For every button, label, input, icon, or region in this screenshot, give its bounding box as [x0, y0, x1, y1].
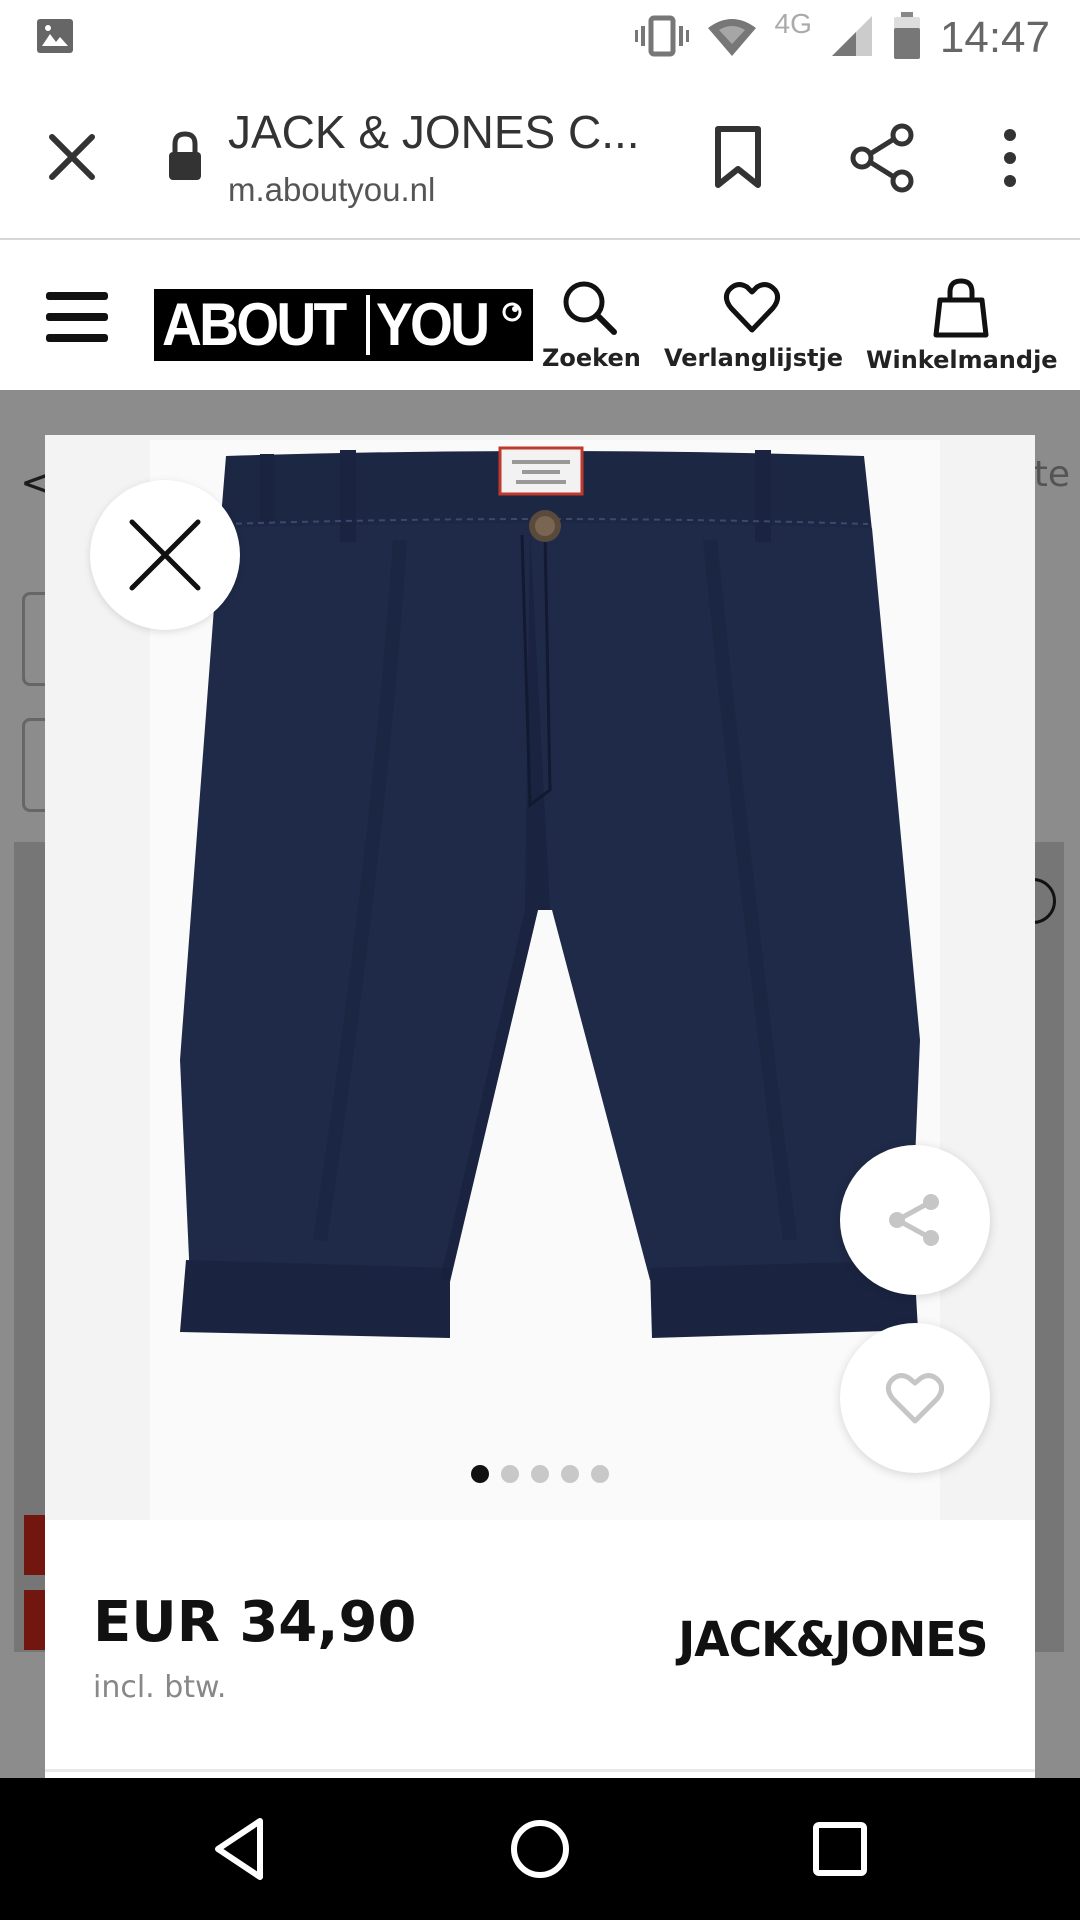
gallery-pagination	[45, 1465, 1035, 1483]
signal-icon	[830, 14, 874, 62]
battery-icon	[892, 12, 922, 64]
cart-button[interactable]: Winkelmandje	[866, 278, 1058, 374]
wifi-icon	[707, 14, 757, 62]
shopping-bag-icon	[933, 278, 989, 338]
wishlist-label: Verlanglijstje	[664, 344, 844, 372]
gallery-dot[interactable]	[531, 1465, 549, 1483]
network-type: 4G	[774, 8, 812, 39]
bookmark-icon	[715, 126, 761, 188]
gallery-dot[interactable]	[561, 1465, 579, 1483]
product-price: EUR 34,90	[93, 1590, 417, 1655]
share-button[interactable]	[848, 123, 918, 193]
share-icon	[850, 123, 914, 193]
logo-text-left: ABOUT	[162, 291, 347, 358]
logo-eye-icon	[502, 302, 522, 322]
cart-label: Winkelmandje	[866, 346, 1058, 374]
search-icon	[563, 281, 617, 335]
close-icon	[129, 519, 201, 591]
vibrate-icon	[634, 14, 689, 62]
clock: 14:47	[939, 13, 1050, 62]
search-button[interactable]: Zoeken	[542, 278, 641, 372]
nav-home-button[interactable]	[504, 1813, 576, 1885]
close-icon	[49, 134, 95, 180]
product-image[interactable]	[150, 440, 940, 1560]
logo-text-right: YOU	[376, 291, 490, 358]
site-header: ABOUT YOU Zoeken Verlanglijstje Winkelma…	[0, 242, 1080, 390]
divider	[45, 1769, 1035, 1772]
recents-icon	[813, 1822, 867, 1876]
nav-back-button[interactable]	[204, 1813, 276, 1885]
gallery-dot[interactable]	[471, 1465, 489, 1483]
price-vat-note: incl. btw.	[93, 1670, 227, 1705]
more-vert-icon	[1004, 129, 1016, 187]
system-navigation-bar	[0, 1778, 1080, 1920]
share-product-button[interactable]	[840, 1145, 990, 1295]
lock-icon	[165, 130, 205, 182]
nav-recents-button[interactable]	[804, 1813, 876, 1885]
more-options-button[interactable]	[990, 123, 1030, 193]
add-to-wishlist-button[interactable]	[840, 1323, 990, 1473]
brand-logo[interactable]: JACK&JONES	[678, 1612, 988, 1668]
status-bar: 4G 14:47	[0, 0, 1080, 75]
hamburger-icon	[46, 292, 108, 300]
image-notification-icon	[36, 18, 74, 58]
back-icon	[215, 1818, 263, 1880]
menu-button[interactable]	[46, 292, 108, 342]
share-icon	[889, 1194, 939, 1246]
wishlist-button[interactable]: Verlanglijstje	[664, 278, 844, 372]
page-url[interactable]: m.aboutyou.nl	[228, 171, 435, 209]
close-tab-button[interactable]	[40, 125, 104, 189]
heart-icon	[723, 282, 781, 333]
bookmark-button[interactable]	[712, 123, 764, 193]
home-icon	[511, 1820, 569, 1878]
about-you-logo[interactable]: ABOUT YOU	[154, 289, 534, 361]
heart-icon	[885, 1373, 945, 1424]
close-modal-button[interactable]	[90, 480, 240, 630]
product-image-modal: EUR 34,90 incl. btw. JACK&JONES	[45, 435, 1035, 1778]
search-label: Zoeken	[542, 344, 641, 372]
page-title[interactable]: JACK & JONES C...	[228, 105, 640, 159]
gallery-dot[interactable]	[501, 1465, 519, 1483]
browser-toolbar: JACK & JONES C... m.aboutyou.nl	[0, 75, 1080, 240]
gallery-dot[interactable]	[591, 1465, 609, 1483]
price-section: EUR 34,90 incl. btw. JACK&JONES	[45, 1520, 1035, 1778]
